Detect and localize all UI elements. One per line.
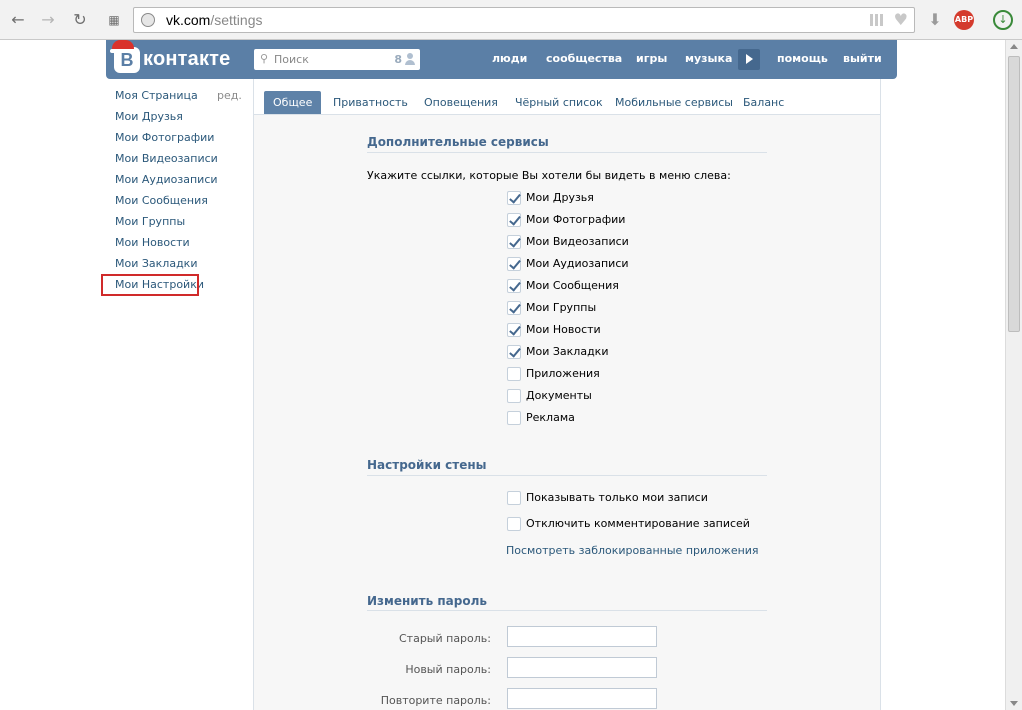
repeat-password-label: Повторите пароль:: [380, 694, 491, 707]
vk-header: В контакте ⚲ Поиск 8 люди сообщества игр…: [106, 40, 897, 79]
menu-my-news[interactable]: Мои Новости: [115, 236, 190, 249]
scroll-down-icon[interactable]: [1010, 701, 1018, 706]
checkbox[interactable]: [507, 301, 521, 315]
menu-my-page[interactable]: Моя Страница: [115, 89, 198, 102]
new-password-input[interactable]: [507, 657, 657, 678]
browser-toolbar: ← → ↻ ▦ vk.com/settings ♥ ⬇ ABP ↓: [0, 0, 1022, 40]
apps-icon[interactable]: ▦: [104, 10, 124, 30]
checkbox[interactable]: [507, 257, 521, 271]
menu-my-friends[interactable]: Мои Друзья: [115, 110, 183, 123]
services-section-title: Дополнительные сервисы: [367, 135, 549, 149]
site-info-icon[interactable]: [141, 13, 155, 27]
tab-privacy[interactable]: Приватность: [333, 91, 408, 114]
play-icon[interactable]: [738, 49, 760, 70]
santa-hat-icon: [110, 40, 136, 53]
old-password-label: Старый пароль:: [398, 632, 491, 645]
scrollbar-thumb[interactable]: [1008, 56, 1020, 332]
user-icon[interactable]: [405, 53, 415, 65]
menu-my-bookmarks[interactable]: Мои Закладки: [115, 257, 197, 270]
password-section-title: Изменить пароль: [367, 594, 487, 608]
checkbox[interactable]: [507, 213, 521, 227]
reload-icon[interactable]: ↻: [70, 10, 90, 30]
friends-online-count[interactable]: 8: [394, 53, 402, 66]
tab-notifications[interactable]: Оповещения: [424, 91, 498, 114]
edit-menu-link[interactable]: ред.: [217, 89, 242, 102]
nav-logout[interactable]: выйти: [843, 52, 882, 65]
checkbox[interactable]: [507, 279, 521, 293]
nav-help[interactable]: помощь: [777, 52, 828, 65]
section-divider: [367, 475, 767, 476]
tab-mobile-services[interactable]: Мобильные сервисы: [615, 91, 733, 114]
scroll-up-icon[interactable]: [1010, 44, 1018, 49]
blocked-apps-link[interactable]: Посмотреть заблокированные приложения: [506, 544, 759, 557]
menu-my-groups[interactable]: Мои Группы: [115, 215, 185, 228]
checkbox[interactable]: [507, 411, 521, 425]
repeat-password-input[interactable]: [507, 688, 657, 709]
adblock-icon[interactable]: ABP: [954, 10, 974, 30]
page-actions-icon[interactable]: [870, 14, 884, 26]
section-divider: [367, 152, 767, 153]
search-icon: ⚲: [260, 52, 269, 65]
page-scrollbar[interactable]: [1005, 40, 1022, 710]
logo-word: контакте: [143, 48, 231, 70]
back-icon[interactable]: ←: [8, 10, 28, 30]
tab-blacklist[interactable]: Чёрный список: [515, 91, 603, 114]
menu-my-videos[interactable]: Мои Видеозаписи: [115, 152, 218, 165]
new-password-label: Новый пароль:: [405, 663, 491, 676]
bookmark-heart-icon[interactable]: ♥: [894, 10, 908, 29]
checkbox[interactable]: [507, 345, 521, 359]
tab-general[interactable]: Общее: [264, 91, 322, 114]
url-text[interactable]: vk.com/settings: [166, 12, 262, 28]
search-placeholder: Поиск: [274, 53, 309, 66]
nav-people[interactable]: люди: [492, 52, 527, 65]
section-divider: [367, 610, 767, 611]
search-input[interactable]: ⚲ Поиск 8: [254, 49, 420, 70]
menu-my-photos[interactable]: Мои Фотографии: [115, 131, 214, 144]
menu-my-audio[interactable]: Мои Аудиозаписи: [115, 173, 218, 186]
nav-games[interactable]: игры: [636, 52, 667, 65]
nav-music[interactable]: музыка: [685, 52, 732, 65]
nav-communities[interactable]: сообщества: [546, 52, 622, 65]
settings-highlight-frame: [101, 274, 199, 296]
checkbox[interactable]: [507, 517, 521, 531]
checkbox[interactable]: [507, 389, 521, 403]
checkbox[interactable]: [507, 191, 521, 205]
checkbox[interactable]: [507, 491, 521, 505]
tab-balance[interactable]: Баланс: [743, 91, 784, 114]
address-bar[interactable]: vk.com/settings ♥: [133, 7, 915, 33]
services-hint: Укажите ссылки, которые Вы хотели бы вид…: [367, 169, 731, 182]
checkbox[interactable]: [507, 235, 521, 249]
settings-tabs: Общее Приватность Оповещения Чёрный спис…: [254, 79, 880, 115]
download-extension-icon[interactable]: ⬇: [925, 10, 945, 30]
checkbox[interactable]: [507, 323, 521, 337]
download-manager-icon[interactable]: ↓: [993, 10, 1013, 30]
checkbox[interactable]: [507, 367, 521, 381]
settings-content: Общее Приватность Оповещения Чёрный спис…: [253, 79, 881, 710]
menu-my-messages[interactable]: Мои Сообщения: [115, 194, 208, 207]
forward-icon[interactable]: →: [38, 10, 58, 30]
wall-section-title: Настройки стены: [367, 458, 487, 472]
old-password-input[interactable]: [507, 626, 657, 647]
